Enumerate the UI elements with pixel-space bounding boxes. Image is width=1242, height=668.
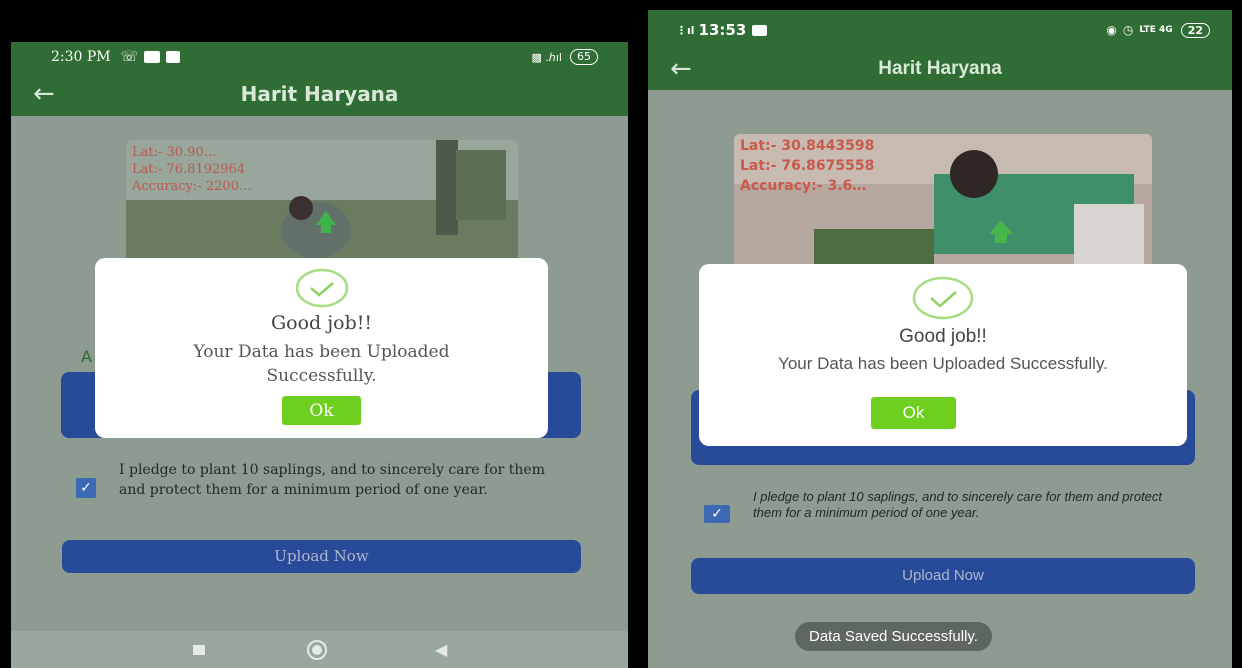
ok-button[interactable]: Ok [871,397,956,429]
latitude-text: Lat:- 30.90… [132,145,217,160]
dialog-message: Your Data has been Uploaded Successfully… [778,354,1108,373]
pledge-checkbox[interactable]: ✓ [76,478,96,498]
battery-level: 65 [577,50,591,63]
upload-now-button[interactable]: Upload Now [62,540,581,573]
page-title: Harit Haryana [878,58,1002,79]
success-dialog: Good job!! Your Data has been Uploaded S… [699,264,1187,446]
home-icon-inner [312,645,322,655]
dialog-title: Good job!! [899,326,987,347]
battery-icon: 22 [1180,22,1210,38]
longitude-text: Lat:- 76.8675558 [740,158,875,174]
dialog-title: Good job!! [270,312,373,334]
app-bar: ← Harit Haryana [11,72,628,116]
latitude-text: Lat:- 30.8443598 [740,138,875,154]
geotagged-photo: Lat:- 30.8443598 Lat:- 76.8675558 Accura… [734,134,1152,276]
back-arrow-icon[interactable]: ← [670,54,692,84]
whatsapp-icon: ☏ [120,49,139,65]
geo-overlay: Lat:- 30.90… Lat:- 76.8192964 Accuracy:-… [132,144,252,195]
volte-icon: LTE 4G [1139,25,1173,35]
mail-icon [752,24,768,36]
geo-overlay: Lat:- 30.8443598 Lat:- 76.8675558 Accura… [740,136,874,196]
phone-screen-right: ⋮ıl 13:53 ◉ ◷ LTE 4G 22 ← Harit Haryana … [648,10,1232,668]
accuracy-text: Accuracy:- 3.6… [740,178,867,194]
ok-button[interactable]: Ok [282,396,361,425]
alarm-icon: ◷ [1122,23,1134,37]
dialog-message: Your Data has been Uploaded Successfully… [193,342,450,386]
system-nav-bar: ◀ [11,631,628,668]
pledge-text: I pledge to plant 10 saplings, and to si… [119,462,545,498]
pledge-checkbox[interactable]: ✓ [704,505,730,523]
signal-4g-icon: ⋮ıl [676,23,695,37]
upload-now-button[interactable]: Upload Now [691,558,1195,594]
back-nav-icon[interactable]: ◀ [435,640,447,659]
app-bar: ← Harit Haryana [648,48,1232,90]
status-bar: ⋮ıl 13:53 ◉ ◷ LTE 4G 22 [648,10,1232,50]
pledge-text: I pledge to plant 10 saplings, and to si… [753,489,1163,520]
toast-message: Data Saved Successfully. [795,622,992,651]
accuracy-text: Accuracy:- 2200… [132,179,252,194]
recents-icon[interactable] [193,645,205,655]
longitude-text: Lat:- 76.8192964 [132,162,246,177]
status-bar: 2:30 PM ☏ ▩ .ℎıl 65 [11,42,628,72]
upload-now-label: Upload Now [274,547,369,565]
battery-level: 22 [1187,23,1203,37]
mail-icon [144,51,161,63]
success-check-icon [295,268,348,308]
back-arrow-icon[interactable]: ← [33,79,55,109]
phone-screen-left: 2:30 PM ☏ ▩ .ℎıl 65 ← Harit Haryana Lat:… [11,42,628,668]
partial-label: A [81,347,92,366]
location-icon: ◉ [1106,23,1117,37]
notification-icon [166,51,181,63]
signal-icon: ▩ .ℎıl [531,50,562,64]
upload-now-label: Upload Now [902,567,984,584]
battery-icon: 65 [570,49,598,65]
status-time: 2:30 PM [51,49,111,65]
page-title: Harit Haryana [240,82,399,106]
success-check-icon [912,276,974,320]
success-dialog: Good job!! Your Data has been Uploaded S… [95,258,548,438]
status-time: 13:53 [698,21,747,39]
